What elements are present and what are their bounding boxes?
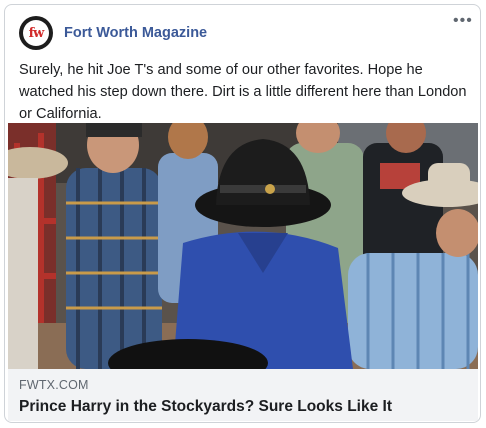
link-domain: FWTX.COM xyxy=(19,378,89,392)
link-headline[interactable]: Prince Harry in the Stockyards? Sure Loo… xyxy=(19,398,392,416)
page-name-link[interactable]: Fort Worth Magazine xyxy=(64,25,207,41)
avatar[interactable]: fw xyxy=(19,16,53,50)
crowd-photo-illustration xyxy=(8,123,478,369)
facebook-post-card: fw Fort Worth Magazine ••• Surely, he hi… xyxy=(4,4,481,423)
more-options-icon[interactable]: ••• xyxy=(453,13,472,29)
avatar-text: fw xyxy=(28,25,45,41)
post-header: fw Fort Worth Magazine ••• xyxy=(5,5,480,55)
fw-logo: fw xyxy=(23,20,49,46)
link-preview[interactable]: FWTX.COM Prince Harry in the Stockyards?… xyxy=(8,369,478,421)
post-caption: Surely, he hit Joe T's and some of our o… xyxy=(19,62,467,122)
post-photo[interactable] xyxy=(8,123,478,369)
